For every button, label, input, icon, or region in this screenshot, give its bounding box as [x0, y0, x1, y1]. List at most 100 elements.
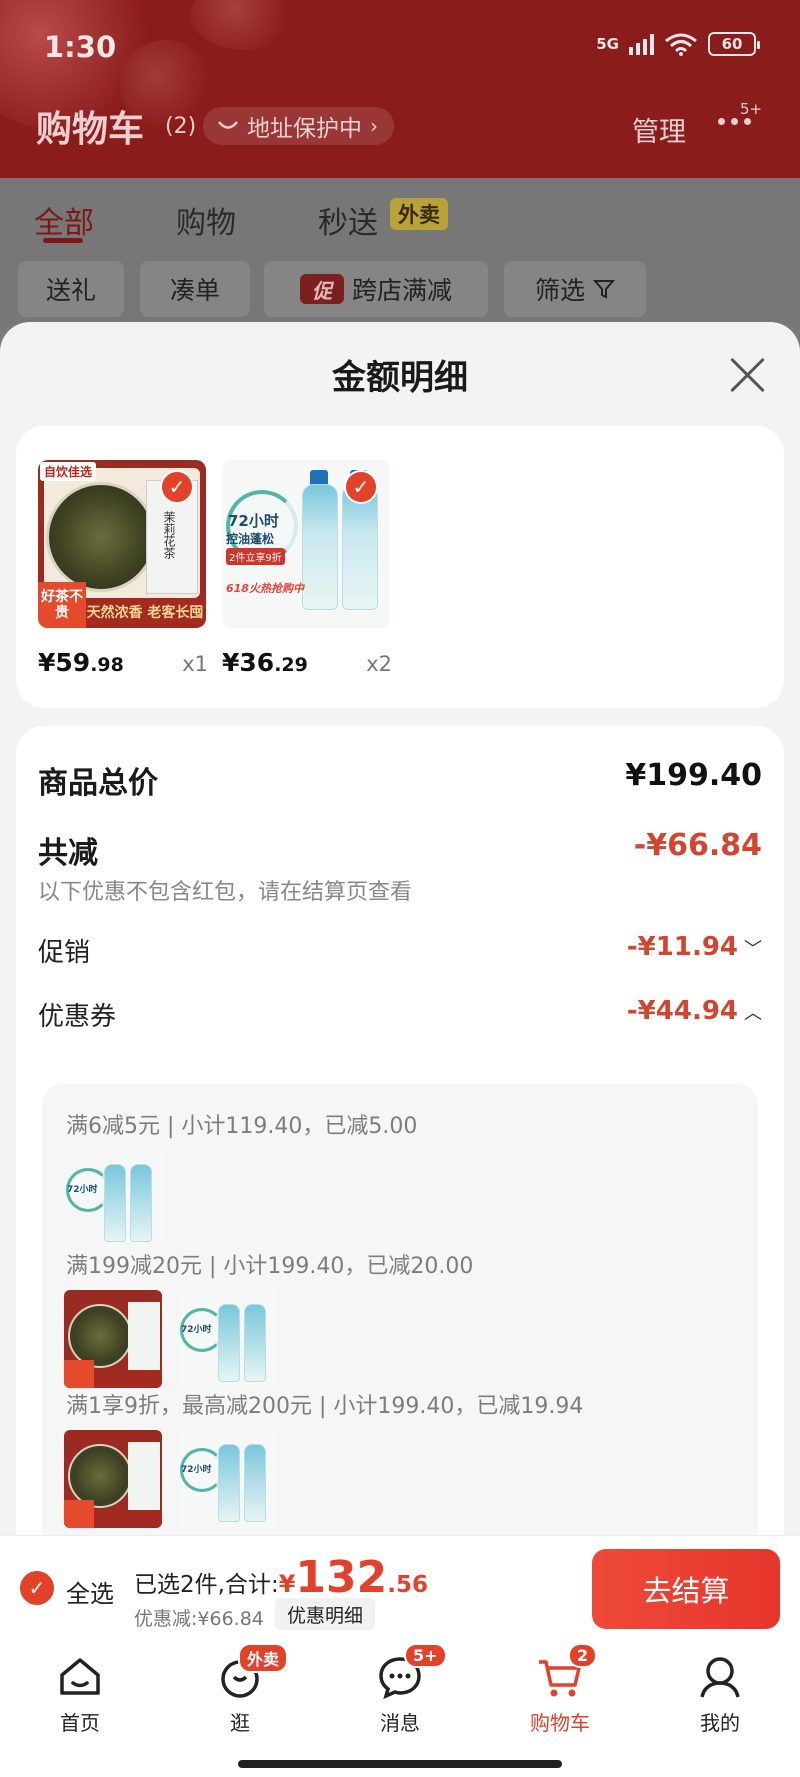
total-reduce-label: 共减 [38, 836, 98, 871]
filter-cross-store[interactable]: 促 跨店满减 [264, 261, 488, 317]
funnel-icon [593, 280, 615, 299]
home-indicator [238, 1760, 562, 1768]
tab-browse[interactable]: 外卖 逛 [180, 1643, 300, 1736]
tab-cart-badge: 2 [568, 1643, 598, 1668]
tab-me-label: 我的 [700, 1711, 740, 1735]
reduce-note: 以下优惠不包含红包，请在结算页查看 [38, 880, 413, 905]
product-thumb-tea [64, 1430, 162, 1528]
total-reduce-value: -¥66.84 [633, 828, 762, 863]
product-img-promo: 618火热抢购中 [226, 582, 304, 595]
filter-label: 筛选 [534, 276, 585, 305]
bottom-tab-bar: 首页 外卖 逛 5+ 消息 2 购物车 我的 [0, 1639, 800, 1777]
product-thumb-shampoo: 72小时 [178, 1430, 276, 1528]
summary-prefix: 已选2件,合计: [134, 1572, 279, 1598]
tab-messages-label: 消息 [380, 1711, 420, 1735]
promotion-row[interactable]: -¥11.94 ﹀ [627, 932, 762, 962]
checkout-bar: ✓ 全选 已选2件,合计:¥132.56 优惠减:¥66.84 优惠明细 去结算 [0, 1535, 800, 1639]
tab-instant[interactable]: 秒送 [318, 198, 378, 242]
discount-detail-button[interactable]: 优惠明细 [275, 1598, 376, 1630]
smile-icon [218, 121, 238, 129]
user-icon [700, 1657, 740, 1698]
coupon-products: 72小时 [64, 1150, 162, 1248]
product-box-label: 茉莉花茶 [162, 511, 176, 559]
product-price: ¥59.98 [38, 648, 124, 677]
filter-button[interactable]: 筛选 [504, 261, 646, 317]
tab-me[interactable]: 我的 [660, 1653, 780, 1736]
tab-all[interactable]: 全部 [34, 198, 94, 242]
battery-icon: 60 [708, 32, 760, 56]
tab-home-label: 首页 [60, 1711, 100, 1735]
chevron-down-icon: ﹀ [744, 939, 762, 960]
tab-underline [43, 238, 83, 243]
check-icon[interactable]: ✓ [344, 470, 378, 504]
cart-header: 1:30 5G 60 购物车 (2) 地址保护中 › 管理 5+ [0, 0, 800, 178]
cart-tabs: 全部 购物 秒送 外卖 送礼 凑单 促 跨店满减 筛选 [0, 178, 800, 328]
tab-messages-badge: 5+ [404, 1643, 447, 1668]
product-item-shampoo[interactable]: 72小时 控油蓬松 2件立享9折 618火热抢购中 ✓ ¥36.29 x2 [222, 460, 392, 677]
waimai-badge: 外卖 [390, 198, 448, 230]
tab-browse-label: 逛 [230, 1711, 250, 1735]
selected-products-card: 茉莉花茶 自饮佳选 天然浓香 老客长囤 好茶不贵 ✓ ¥59.98 x1 72小… [16, 426, 784, 708]
tab-shopping[interactable]: 购物 [176, 198, 236, 242]
check-icon[interactable]: ✓ [160, 470, 194, 504]
page-title: 购物车 [36, 109, 145, 150]
product-corner-badge: 好茶不贵 [38, 582, 86, 628]
select-all-label[interactable]: 全选 [66, 1574, 114, 1609]
manage-button[interactable]: 管理 [632, 110, 686, 149]
promotion-label: 促销 [38, 938, 91, 968]
filter-bundle[interactable]: 凑单 [140, 261, 250, 317]
coupon-row[interactable]: -¥44.94 ︿ [627, 996, 762, 1026]
thumb-text: 72小时 [67, 1185, 98, 1195]
address-label: 地址保护中 [247, 116, 362, 142]
product-quantity: x2 [366, 652, 392, 676]
signal-icon [629, 33, 654, 55]
product-price: ¥36.29 [222, 648, 308, 677]
more-icon[interactable] [718, 118, 751, 125]
coupon-products: 72小时 [64, 1290, 276, 1388]
tab-browse-badge: 外卖 [238, 1643, 289, 1673]
product-tag: 自饮佳选 [40, 462, 97, 481]
coupon-value: -¥44.94 [626, 996, 738, 1026]
more-badge: 5+ [740, 100, 763, 118]
product-thumb-shampoo: 72小时 [178, 1290, 276, 1388]
tab-cart-label: 购物车 [530, 1711, 590, 1735]
product-image-tea: 茉莉花茶 自饮佳选 天然浓香 老客长囤 好茶不贵 ✓ [38, 460, 206, 628]
home-icon [60, 1658, 100, 1695]
total-amount: ¥132.56 [278, 1552, 429, 1603]
wifi-icon [665, 33, 697, 56]
product-img-title: 72小时 [228, 512, 279, 530]
discount-text: 优惠减:¥66.84 [134, 1608, 264, 1630]
selected-summary: 已选2件,合计:¥132.56 [134, 1552, 428, 1603]
checkout-button[interactable]: 去结算 [592, 1549, 780, 1629]
total-price-label: 商品总价 [38, 766, 158, 801]
tab-home[interactable]: 首页 [20, 1653, 140, 1736]
product-thumb-tea [64, 1290, 162, 1388]
thumb-text: 72小时 [181, 1465, 212, 1475]
coupon-rule: 满199减20元 | 小计199.40，已减20.00 [66, 1254, 474, 1279]
promo-tag: 促 [299, 274, 344, 304]
battery-level: 60 [721, 35, 743, 53]
chevron-up-icon: ︿ [744, 1003, 762, 1024]
tab-messages[interactable]: 5+ 消息 [340, 1643, 460, 1736]
sheet-title: 金额明细 [332, 358, 468, 398]
filter-gift[interactable]: 送礼 [18, 261, 124, 317]
thumb-text: 72小时 [181, 1325, 212, 1335]
product-thumb-shampoo: 72小时 [64, 1150, 162, 1248]
select-all-check-icon[interactable]: ✓ [20, 1571, 54, 1605]
product-img-offer: 2件立享9折 [226, 548, 285, 565]
close-icon[interactable] [726, 352, 770, 396]
product-image-shampoo: 72小时 控油蓬松 2件立享9折 618火热抢购中 ✓ [222, 460, 390, 628]
coupon-rule: 满6减5元 | 小计119.40，已减5.00 [66, 1114, 418, 1139]
product-img-subtitle: 控油蓬松 [226, 532, 275, 546]
chevron-right-icon: › [370, 114, 378, 138]
promotion-value: -¥11.94 [626, 932, 738, 962]
status-time: 1:30 [44, 30, 117, 64]
coupon-label: 优惠券 [38, 1002, 117, 1032]
address-protection-pill[interactable]: 地址保护中 › [203, 107, 394, 145]
coupon-rule: 满1享9折，最高减200元 | 小计199.40，已减19.94 [66, 1394, 584, 1419]
total-price-value: ¥199.40 [625, 758, 762, 793]
filter-cross-store-label: 跨店满减 [351, 276, 452, 305]
product-quantity: x1 [182, 652, 208, 676]
product-item-tea[interactable]: 茉莉花茶 自饮佳选 天然浓香 老客长囤 好茶不贵 ✓ ¥59.98 x1 [38, 460, 208, 677]
tab-cart[interactable]: 2 购物车 [500, 1643, 620, 1736]
